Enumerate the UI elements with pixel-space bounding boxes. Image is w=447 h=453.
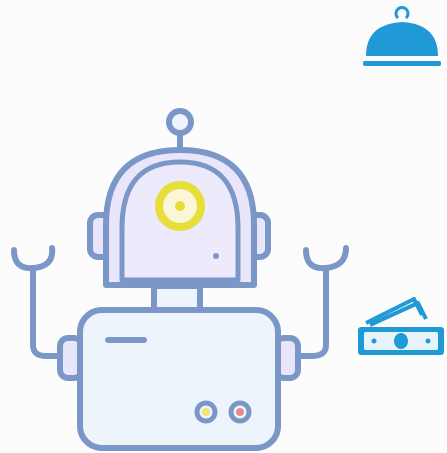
cloche-icon (358, 6, 446, 70)
canvas (0, 0, 447, 453)
robot-illustration (0, 100, 360, 453)
cash-banknotes-icon (356, 293, 447, 359)
